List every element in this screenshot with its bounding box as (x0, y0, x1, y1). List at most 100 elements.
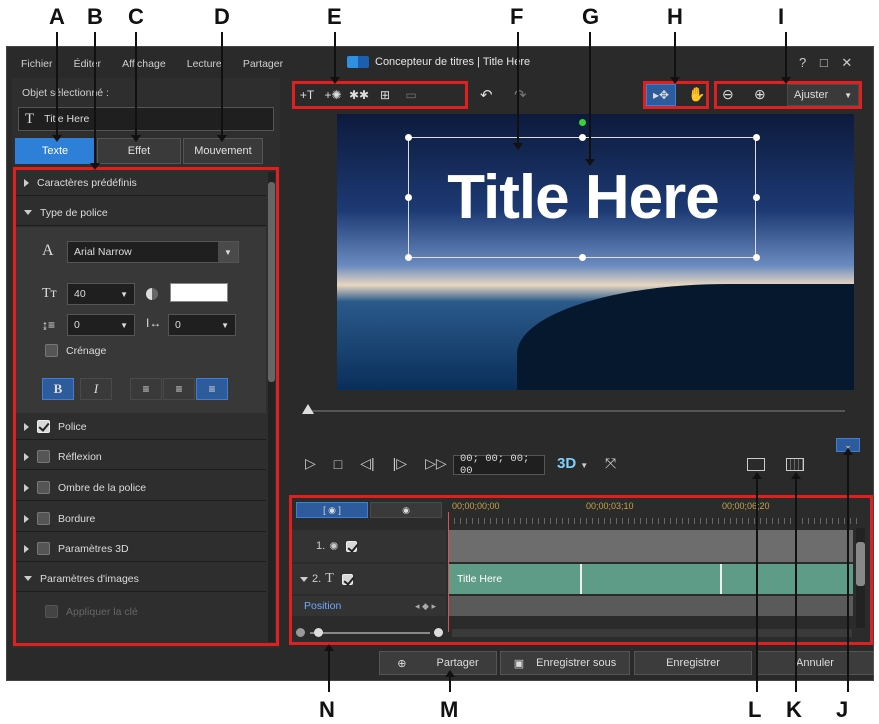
3d-toggle[interactable]: 3D ▼ (557, 455, 588, 472)
align-right-button[interactable]: ≡ (196, 378, 228, 400)
kerning-checkbox[interactable] (45, 344, 58, 357)
timeline-view-button-2[interactable]: ◉ (370, 502, 442, 518)
menu-partager[interactable]: Partager (243, 58, 283, 70)
close-icon[interactable]: ✕ (841, 55, 852, 70)
line-spacing-select[interactable]: 0 ▼ (67, 314, 135, 336)
left-scrollbar[interactable] (268, 172, 275, 642)
align-center-button[interactable]: ≡ (163, 378, 195, 400)
zoom-in-small-icon[interactable] (434, 628, 443, 637)
grid-lines-icon[interactable] (786, 458, 804, 471)
track-1-lane[interactable] (449, 530, 853, 562)
section-font-type-label: Type de police (40, 206, 108, 219)
menu-fichier[interactable]: Fichier (21, 58, 53, 70)
police-checkbox[interactable] (37, 420, 50, 433)
stop-icon[interactable]: □ (334, 456, 342, 472)
kerning-row[interactable]: Crénage (45, 344, 106, 357)
safe-zone-icon[interactable] (747, 458, 765, 471)
menu-affichage[interactable]: Affichage (122, 58, 166, 70)
rotate-handle[interactable] (579, 119, 586, 126)
resize-handle[interactable] (753, 254, 760, 261)
section-image-params[interactable]: Paramètres d'images (16, 566, 266, 592)
playhead[interactable] (448, 512, 449, 632)
font-family-select[interactable]: Arial Narrow ▼ (67, 241, 239, 263)
insert-sparkle-icon[interactable]: ✱✱ (346, 84, 372, 106)
resize-handle[interactable] (753, 194, 760, 201)
expand-arrow-icon (24, 422, 29, 431)
italic-button[interactable]: I (80, 378, 112, 400)
params3d-checkbox[interactable] (37, 542, 50, 555)
section-presets[interactable]: Caractères prédéfinis (16, 170, 266, 196)
keyframe-nav-icon[interactable]: ◂ ◆ ▸ (415, 601, 436, 612)
insert-text-icon[interactable]: +T (294, 84, 320, 106)
section-reflexion[interactable]: Réflexion (16, 444, 266, 470)
section-police[interactable]: Police (16, 414, 266, 440)
section-font-type[interactable]: Type de police (16, 200, 266, 226)
arrow-m (445, 670, 455, 692)
fullscreen-icon[interactable]: ⤧ (605, 455, 616, 472)
track-2-visible-checkbox[interactable] (341, 573, 353, 585)
select-move-button[interactable]: ▸✥ (646, 84, 676, 106)
play-icon[interactable]: ▷ (305, 455, 316, 472)
border-checkbox[interactable] (37, 512, 50, 525)
undo-icon[interactable]: ↶ (480, 86, 493, 104)
resize-handle[interactable] (405, 254, 412, 261)
menu-lecture[interactable]: Lecture (187, 58, 222, 70)
left-scrollbar-thumb[interactable] (268, 182, 275, 382)
timecode-field[interactable]: 00; 00; 00; 00 (453, 453, 545, 477)
maximize-icon[interactable]: □ (820, 55, 828, 70)
resize-handle[interactable] (405, 134, 412, 141)
resize-handle[interactable] (405, 194, 412, 201)
font-color-swatch[interactable] (170, 283, 228, 302)
font-size-select[interactable]: 40 ▼ (67, 283, 135, 305)
resize-handle[interactable] (579, 134, 586, 141)
timeline-view-button-1[interactable]: [ ◉ ] (296, 502, 368, 518)
scrubber-handle[interactable] (302, 404, 314, 414)
section-border[interactable]: Bordure (16, 506, 266, 532)
insert-image-icon[interactable]: ⊞ (372, 84, 398, 106)
position-lane[interactable] (449, 596, 853, 616)
next-frame-icon[interactable]: |▷ (393, 455, 407, 472)
timeline-hscroll[interactable] (452, 629, 852, 637)
char-spacing-select[interactable]: 0 ▼ (168, 314, 236, 336)
timeline-zoom-slider[interactable] (296, 628, 444, 638)
timeline-vscroll-thumb[interactable] (856, 542, 865, 586)
apply-key-row[interactable]: Appliquer la clé (45, 605, 138, 618)
bold-button[interactable]: B (42, 378, 74, 400)
zoom-out-small-icon[interactable] (296, 628, 305, 637)
fast-forward-icon[interactable]: ▷▷ (425, 455, 447, 472)
section-3d[interactable]: Paramètres 3D (16, 536, 266, 562)
zoom-in-icon[interactable]: ⊕ (754, 86, 766, 103)
apply-key-checkbox[interactable] (45, 605, 58, 618)
menu-editer[interactable]: Éditer (74, 58, 101, 70)
save-as-button[interactable]: ▣ Enregistrer sous (500, 651, 630, 675)
insert-background-icon[interactable]: ▭ (398, 84, 424, 106)
arrow-b (90, 32, 100, 170)
redo-icon[interactable]: ↷ (514, 86, 527, 104)
section-shadow[interactable]: Ombre de la police (16, 475, 266, 501)
resize-handle[interactable] (753, 134, 760, 141)
cancel-button[interactable]: Annuler (756, 651, 874, 675)
zoom-thumb[interactable] (314, 628, 323, 637)
resize-handle[interactable] (579, 254, 586, 261)
position-row-header[interactable]: Position ◂ ◆ ▸ (292, 596, 446, 616)
share-button[interactable]: ⊕ Partager (379, 651, 497, 675)
zoom-out-icon[interactable]: ⊖ (722, 86, 734, 103)
timeline-vscroll[interactable] (856, 528, 865, 628)
title-clip[interactable]: Title Here (449, 564, 853, 594)
save-button[interactable]: Enregistrer (634, 651, 752, 675)
font-size-icon: Tт (42, 286, 57, 301)
track-1-visible-checkbox[interactable] (346, 540, 358, 552)
shadow-checkbox[interactable] (37, 481, 50, 494)
track-2-header[interactable]: 2. T (292, 564, 446, 594)
align-left-button[interactable]: ≡ (130, 378, 162, 400)
help-icon[interactable]: ? (799, 55, 806, 70)
preview-scrubber[interactable] (305, 410, 845, 412)
hand-tool-icon[interactable]: ✋ (688, 86, 705, 103)
track-1-header[interactable]: 1. ✺ (292, 530, 446, 562)
timeline-ruler[interactable]: 00;00;00;00 00;00;03;10 00;00;06;20 (448, 500, 862, 524)
reflexion-checkbox[interactable] (37, 450, 50, 463)
zoom-select[interactable]: Ajuster ▼ (787, 84, 859, 106)
tick-label: 00;00;00;00 (452, 501, 500, 511)
prev-frame-icon[interactable]: ◁| (360, 455, 374, 472)
insert-particle-icon[interactable]: +✺ (320, 84, 346, 106)
